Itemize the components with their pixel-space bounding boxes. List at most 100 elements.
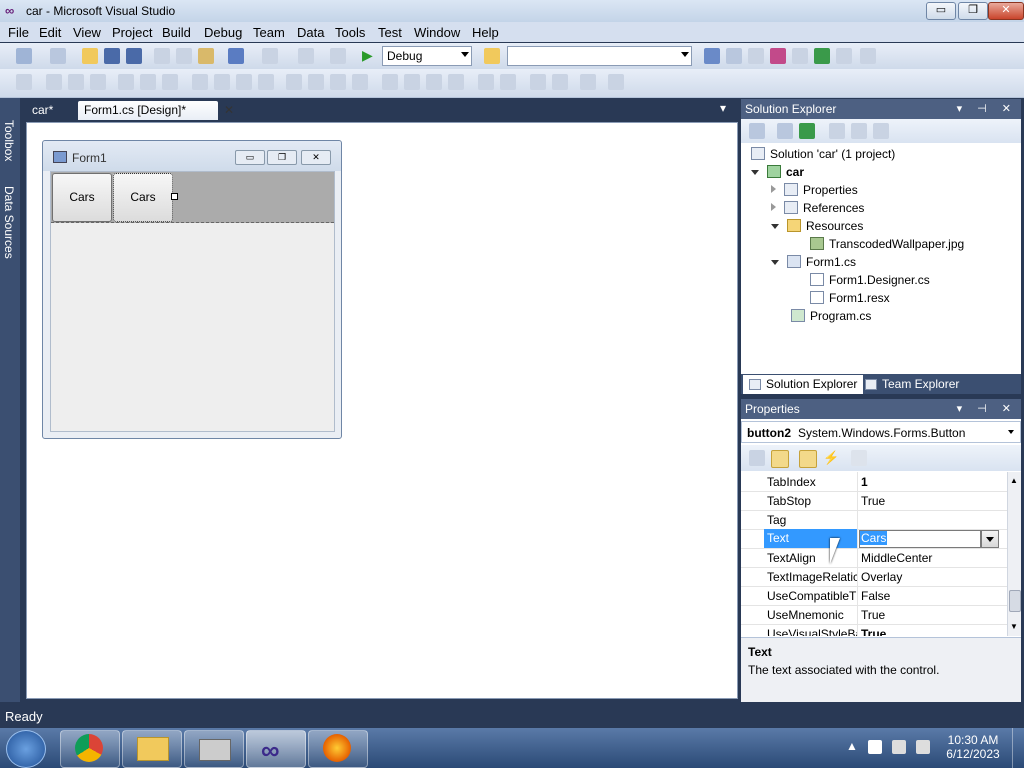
save-all-icon[interactable] <box>126 48 142 64</box>
menu-build[interactable]: Build <box>162 25 191 40</box>
button1[interactable]: Cars <box>52 173 112 222</box>
data-sources-tab[interactable]: Data Sources <box>2 186 16 259</box>
tree-item-form1-resx[interactable]: Form1.resx <box>810 291 890 305</box>
redo-icon[interactable] <box>262 48 278 64</box>
scroll-down-icon[interactable]: ▼ <box>1010 622 1018 631</box>
restore-button[interactable]: ❐ <box>958 2 988 20</box>
expander-open-icon[interactable] <box>771 260 779 265</box>
tree-item-form1-designer[interactable]: Form1.Designer.cs <box>810 273 930 287</box>
class-view-icon[interactable] <box>770 48 786 64</box>
minimize-button[interactable]: ▭ <box>926 2 956 20</box>
view-class-diagram-icon[interactable] <box>873 123 889 139</box>
make-same-width-icon[interactable] <box>192 74 208 90</box>
menu-file[interactable]: File <box>8 25 29 40</box>
remove-horizontal-spacing-icon[interactable] <box>352 74 368 90</box>
lock-controls-icon[interactable] <box>608 74 624 90</box>
tree-item-resources[interactable]: Resources <box>771 219 863 233</box>
start-button-icon[interactable] <box>6 730 46 768</box>
copy-icon[interactable] <box>176 48 192 64</box>
menu-project[interactable]: Project <box>112 25 152 40</box>
clock[interactable]: 10:30 AM 6/12/2023 <box>946 733 1000 761</box>
property-row[interactable]: UseVisualStyleBa True <box>741 624 1007 636</box>
firefox-taskbar-button[interactable] <box>308 730 368 768</box>
align-middles-icon[interactable] <box>140 74 156 90</box>
make-same-height-icon[interactable] <box>236 74 252 90</box>
tab-solution-explorer[interactable]: Solution Explorer <box>743 375 864 394</box>
tree-item-project[interactable]: car <box>751 165 804 179</box>
command-window-icon[interactable] <box>860 48 876 64</box>
properties-window-icon[interactable] <box>726 48 742 64</box>
property-row[interactable]: UseCompatibleT False <box>741 586 1007 606</box>
toolbox-icon[interactable] <box>792 48 808 64</box>
tab-order-icon[interactable] <box>580 74 596 90</box>
tab-form1-design[interactable]: Form1.cs [Design]* ✕ <box>78 101 234 120</box>
events-icon[interactable]: ⚡ <box>823 450 839 466</box>
align-rights-icon[interactable] <box>90 74 106 90</box>
form-client-area[interactable]: Cars Cars <box>50 171 335 432</box>
close-icon[interactable]: ✕ <box>224 101 234 120</box>
menu-tools[interactable]: Tools <box>335 25 365 40</box>
decrease-vertical-spacing-icon[interactable] <box>426 74 442 90</box>
new-project-icon[interactable] <box>16 48 32 64</box>
chevron-down-icon[interactable]: ▾ <box>720 101 726 115</box>
tab-car[interactable]: car* <box>26 101 59 120</box>
panel-buttons[interactable]: ▾ ⊣ ✕ <box>957 399 1017 419</box>
extension-manager-icon[interactable] <box>836 48 852 64</box>
categorized-icon[interactable] <box>749 450 765 466</box>
close-button[interactable]: ✕ <box>988 2 1024 20</box>
view-designer-icon[interactable] <box>851 123 867 139</box>
property-row[interactable]: TabStop True <box>741 491 1007 511</box>
explorer-taskbar-button[interactable] <box>122 730 182 768</box>
printer-taskbar-button[interactable] <box>184 730 244 768</box>
property-value-editor[interactable]: Cars <box>859 530 981 548</box>
navigate-forward-icon[interactable] <box>330 48 346 64</box>
property-dropdown-button[interactable] <box>981 530 999 548</box>
align-centers-icon[interactable] <box>68 74 84 90</box>
show-desktop-button[interactable] <box>1012 728 1024 768</box>
find-combo[interactable] <box>507 46 692 66</box>
center-vertically-icon[interactable] <box>500 74 516 90</box>
view-code-icon[interactable] <box>829 123 845 139</box>
properties-view-icon[interactable] <box>799 450 817 468</box>
undo-icon[interactable] <box>228 48 244 64</box>
menu-window[interactable]: Window <box>414 25 460 40</box>
tab-team-explorer[interactable]: Team Explorer <box>865 375 959 394</box>
expander-closed-icon[interactable] <box>771 203 776 211</box>
tree-item-solution[interactable]: Solution 'car' (1 project) <box>751 147 895 161</box>
object-browser-icon[interactable] <box>748 48 764 64</box>
menu-data[interactable]: Data <box>297 25 324 40</box>
start-page-icon[interactable] <box>814 48 830 64</box>
visual-studio-taskbar-button[interactable]: ∞ <box>246 730 306 768</box>
find-in-files-icon[interactable] <box>484 48 500 64</box>
align-to-grid-icon[interactable] <box>16 74 32 90</box>
property-pages-icon[interactable] <box>851 450 867 466</box>
tree-item-program[interactable]: Program.cs <box>791 309 871 323</box>
add-item-icon[interactable] <box>50 48 66 64</box>
scrollbar-thumb[interactable] <box>1009 590 1021 612</box>
scroll-up-icon[interactable]: ▲ <box>1010 476 1018 485</box>
form1-window[interactable]: Form1 ▭ ❐ ✕ Cars Cars <box>42 140 342 439</box>
chrome-taskbar-button[interactable] <box>60 730 120 768</box>
center-horizontally-icon[interactable] <box>478 74 494 90</box>
expander-closed-icon[interactable] <box>771 185 776 193</box>
align-lefts-icon[interactable] <box>46 74 62 90</box>
tree-item-references[interactable]: References <box>771 201 864 215</box>
toolbox-tab[interactable]: Toolbox <box>2 120 16 161</box>
solution-configuration-combo[interactable]: Debug <box>382 46 472 66</box>
property-row[interactable]: TabIndex 1 <box>741 472 1007 492</box>
size-to-grid-icon[interactable] <box>214 74 230 90</box>
panel-buttons[interactable]: ▾ ⊣ ✕ <box>957 99 1017 119</box>
tree-item-properties[interactable]: Properties <box>771 183 858 197</box>
increase-horizontal-spacing-icon[interactable] <box>308 74 324 90</box>
start-debugging-icon[interactable]: ▶ <box>362 47 373 64</box>
property-row[interactable]: UseMnemonic True <box>741 605 1007 625</box>
tree-item-form1[interactable]: Form1.cs <box>771 255 856 269</box>
menu-debug[interactable]: Debug <box>204 25 242 40</box>
refresh-icon[interactable] <box>799 123 815 139</box>
menu-edit[interactable]: Edit <box>39 25 61 40</box>
expander-open-icon[interactable] <box>751 170 759 175</box>
volume-icon[interactable] <box>916 740 930 754</box>
expander-open-icon[interactable] <box>771 224 779 229</box>
remove-vertical-spacing-icon[interactable] <box>448 74 464 90</box>
send-to-back-icon[interactable] <box>552 74 568 90</box>
